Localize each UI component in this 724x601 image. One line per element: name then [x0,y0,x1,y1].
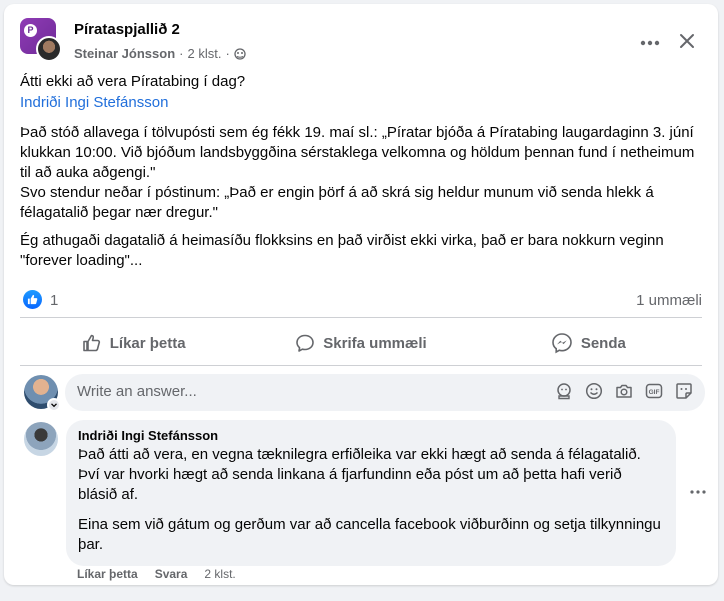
post-question: Átti ekki að vera Píratabing í dag? [20,73,246,90]
comment-text: Það átti að vera, en vegna tæknilegra er… [78,445,664,555]
answer-box[interactable]: GIF [65,374,705,411]
messenger-icon [552,333,572,354]
group-name[interactable]: Pírataspjallið 2 [74,21,180,38]
like-reaction-icon[interactable] [23,290,42,309]
like-button-label: Líkar þetta [109,334,186,352]
comment-icon [296,334,315,352]
gif-icon[interactable]: GIF [645,382,663,400]
mention-link[interactable]: Indriði Ingi Stefánsson [20,93,704,113]
comment-paragraph-2: Eina sem við gátum og gerðum var að canc… [78,516,661,553]
thumbs-up-icon [82,334,100,352]
action-bar: Líkar þetta Skrifa ummæli Senda [20,323,702,363]
share-button[interactable]: Senda [475,323,702,363]
comment-button[interactable]: Skrifa ummæli [247,323,474,363]
camera-icon[interactable] [615,382,633,400]
answer-toolbar: GIF [555,382,693,400]
comment-reply-button[interactable]: Svara [155,567,188,581]
comment-author[interactable]: Indriði Ingi Stefánsson [78,428,664,444]
comment-button-label: Skrifa ummæli [323,334,427,352]
post-meta: Steinar Jónsson · 2 klst. · [74,46,246,61]
post-time[interactable]: 2 klst. [187,46,221,61]
commenter-avatar[interactable] [24,422,58,456]
answer-input[interactable] [77,383,547,400]
comment-more-icon[interactable] [687,482,709,502]
post-paragraph-1: Það stóð allavega í tölvupósti sem ég fé… [20,124,695,181]
comment-bubble: Indriði Ingi Stefánsson Það átti að vera… [66,420,676,566]
post-body: Átti ekki að vera Píratabing í dag? Indr… [20,72,704,279]
post-paragraph-3: Ég athugaði dagatalið á heimasíðu flokks… [20,232,664,269]
share-button-label: Senda [580,334,626,352]
close-icon[interactable] [672,26,702,56]
divider [20,365,702,366]
post-paragraph-2: Svo stendur neðar í póstinum: „Það er en… [20,184,654,221]
emoji-icon[interactable] [585,382,603,400]
sticker-icon[interactable] [675,382,693,400]
avatar-sticker-icon[interactable] [555,382,573,400]
chevron-down-icon[interactable] [47,398,61,412]
author-avatar[interactable] [36,36,62,62]
divider [20,317,702,318]
svg-text:GIF: GIF [649,389,660,396]
like-button[interactable]: Líkar þetta [20,323,247,363]
author-name[interactable]: Steinar Jónsson [74,46,175,61]
post-card: P Pírataspjallið 2 Steinar Jónsson · 2 k… [4,4,718,585]
group-privacy-icon [234,47,246,60]
pirate-flag-icon: P [24,24,37,37]
meta-separator-2: · [225,46,230,61]
comment-count[interactable]: 1 ummæli [636,292,702,309]
more-options-icon[interactable] [632,28,668,58]
comment-time[interactable]: 2 klst. [204,567,235,581]
post-header: P Pírataspjallið 2 Steinar Jónsson · 2 k… [20,18,702,66]
reactions-row: 1 1 ummæli [20,288,702,312]
comment-actions: Líkar þetta Svara 2 klst. [77,567,236,581]
comment-paragraph-1: Það átti að vera, en vegna tæknilegra er… [78,446,641,503]
like-count[interactable]: 1 [50,292,58,309]
comment-like-button[interactable]: Líkar þetta [77,567,138,581]
current-user-avatar[interactable] [24,375,61,412]
meta-separator: · [179,46,184,61]
